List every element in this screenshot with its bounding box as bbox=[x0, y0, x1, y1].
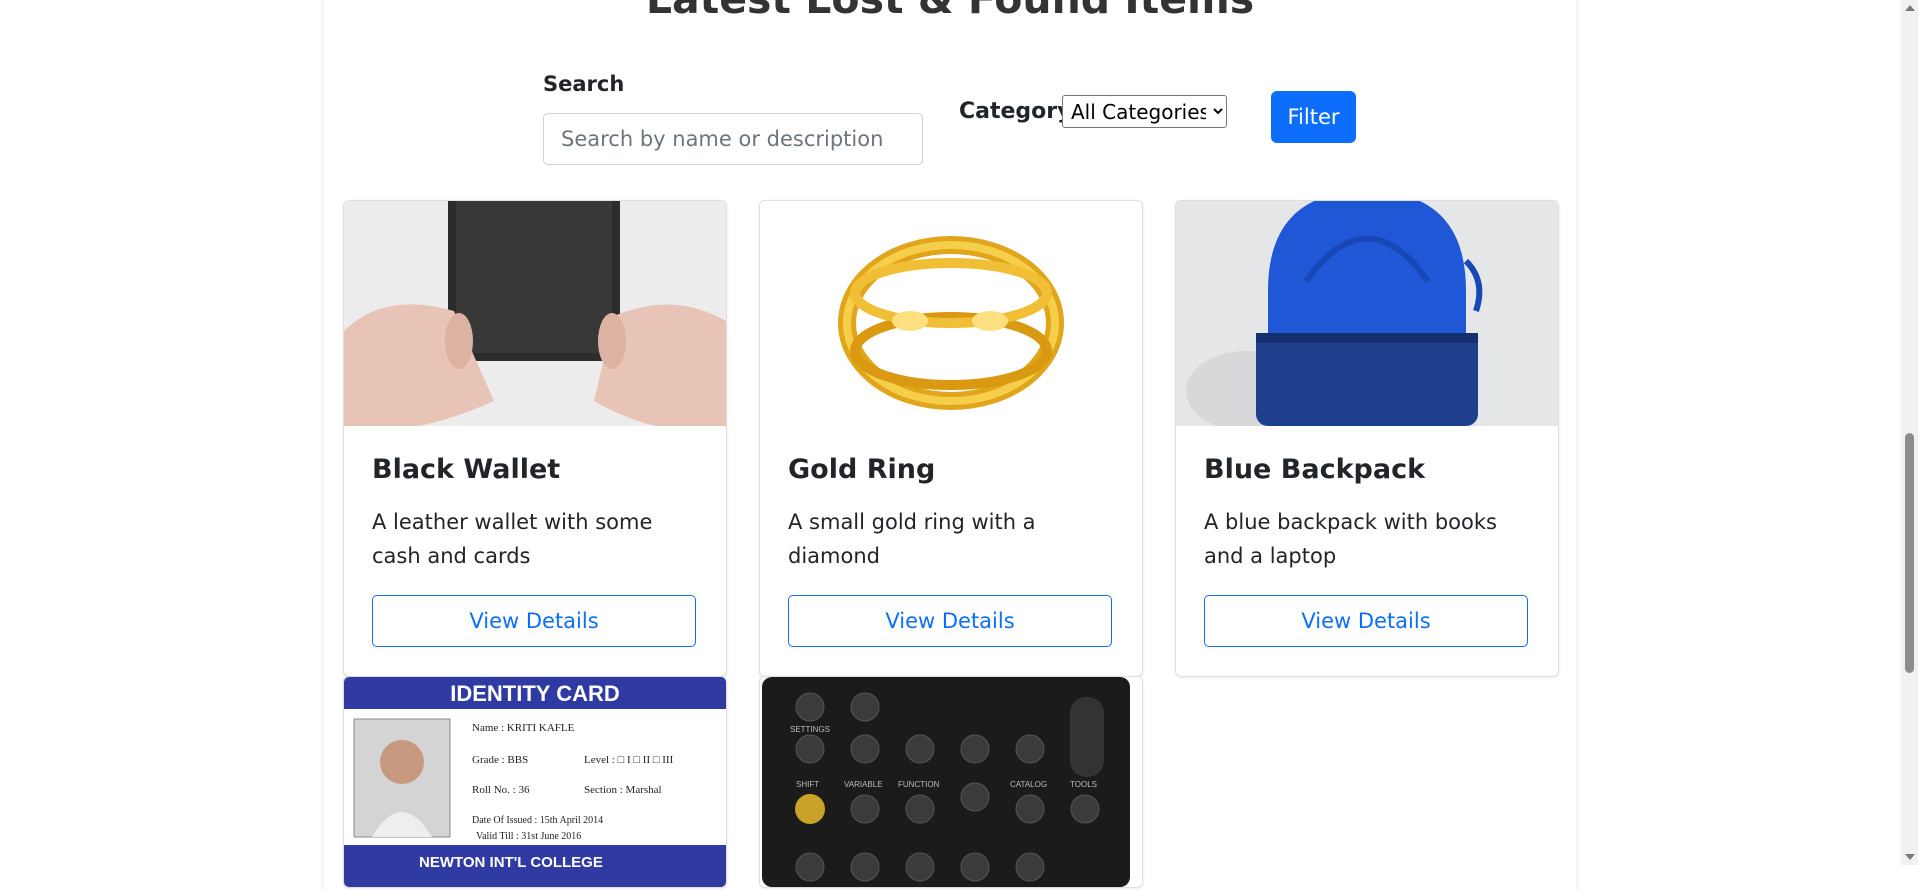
calc-key-label: TOOLS bbox=[1070, 780, 1097, 789]
calculator-image: SETTINGS SHIFT VARIABLE FUNCTION CATALOG… bbox=[760, 677, 1142, 887]
search-label: Search bbox=[543, 72, 625, 96]
id-name-row: Name : KRITI KAFLE bbox=[472, 722, 575, 734]
item-card-blue-backpack: Blue Backpack A blue backpack with books… bbox=[1175, 200, 1559, 677]
filter-button[interactable]: Filter bbox=[1271, 91, 1356, 143]
item-card-black-wallet: Black Wallet A leather wallet with some … bbox=[343, 200, 727, 677]
search-input[interactable] bbox=[543, 113, 923, 165]
wallet-image bbox=[344, 201, 726, 426]
category-label: Category bbox=[959, 99, 1072, 124]
item-card-identity-card: IDENTITY CARD Name : KRITI KAFLE Grade :… bbox=[343, 676, 727, 888]
id-roll-row: Roll No. : 36 bbox=[472, 784, 530, 796]
calc-key-label: SHIFT bbox=[796, 780, 819, 789]
item-card-calculator: SETTINGS SHIFT VARIABLE FUNCTION CATALOG… bbox=[759, 676, 1143, 888]
view-details-button[interactable]: View Details bbox=[372, 595, 696, 647]
ring-image bbox=[760, 201, 1142, 426]
id-issued-row: Date Of Issued : 15th April 2014 bbox=[472, 815, 603, 826]
backpack-image bbox=[1176, 201, 1558, 426]
id-section-row: Section : Marshal bbox=[584, 784, 662, 796]
item-description: A leather wallet with some cash and card… bbox=[372, 510, 653, 568]
calc-key-label: VARIABLE bbox=[844, 780, 883, 789]
calc-key-label: FUNCTION bbox=[898, 780, 940, 789]
view-details-button[interactable]: View Details bbox=[788, 595, 1112, 647]
id-card-header: IDENTITY CARD bbox=[450, 681, 620, 706]
category-select[interactable]: All Categories bbox=[1062, 95, 1227, 128]
page-title: Latest Lost & Found Items bbox=[324, 0, 1576, 24]
id-grade-row: Grade : BBS bbox=[472, 754, 528, 766]
scrollbar-thumb[interactable] bbox=[1905, 433, 1914, 673]
item-title: Blue Backpack bbox=[1204, 454, 1426, 485]
page-scrollbar[interactable] bbox=[1901, 0, 1918, 865]
id-college-name: NEWTON INT'L COLLEGE bbox=[419, 854, 603, 871]
calc-key-label: CATALOG bbox=[1010, 780, 1047, 789]
item-title: Gold Ring bbox=[788, 454, 936, 485]
view-details-button[interactable]: View Details bbox=[1204, 595, 1528, 647]
item-title: Black Wallet bbox=[372, 454, 561, 485]
scroll-down-icon[interactable] bbox=[1905, 854, 1915, 860]
scroll-up-icon[interactable] bbox=[1905, 5, 1915, 11]
id-level-row: Level : □ I □ II □ III bbox=[584, 754, 674, 766]
item-card-gold-ring: Gold Ring A small gold ring with a diamo… bbox=[759, 200, 1143, 677]
calc-key-label: SETTINGS bbox=[790, 725, 830, 734]
item-description: A small gold ring with a diamond bbox=[788, 510, 1036, 568]
item-description: A blue backpack with books and a laptop bbox=[1204, 510, 1497, 568]
identity-card-image: IDENTITY CARD Name : KRITI KAFLE Grade :… bbox=[344, 677, 726, 887]
id-valid-row: Valid Till : 31st June 2016 bbox=[476, 831, 581, 842]
